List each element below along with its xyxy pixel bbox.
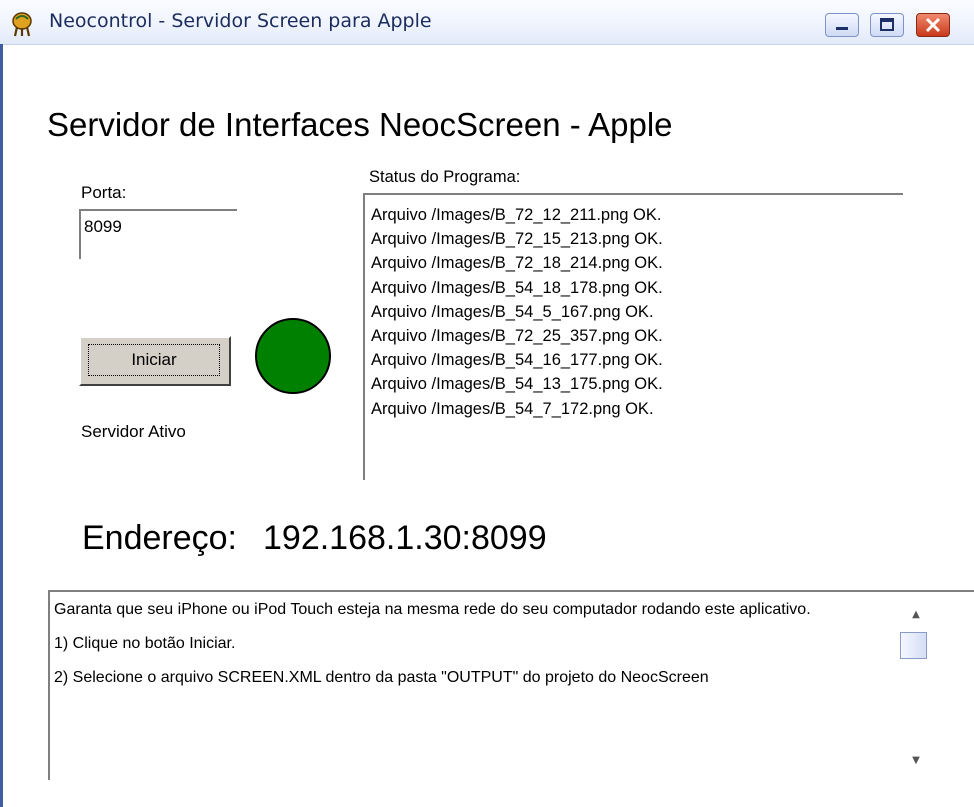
iniciar-button[interactable]: Iniciar xyxy=(79,336,231,386)
maximize-button[interactable] xyxy=(870,13,904,37)
status-line: Arquivo /Images/B_72_18_214.png OK. xyxy=(371,254,663,273)
scroll-up-arrow-icon[interactable]: ▲ xyxy=(908,608,924,622)
porta-input[interactable]: 8099 xyxy=(79,209,237,259)
status-line: Arquivo /Images/B_72_25_357.png OK. xyxy=(371,327,663,346)
scroll-down-arrow-icon[interactable]: ▼ xyxy=(908,754,924,768)
close-button[interactable] xyxy=(916,13,950,37)
porta-label: Porta: xyxy=(81,183,127,202)
status-line: Arquivo /Images/B_54_16_177.png OK. xyxy=(371,351,663,370)
status-line: Arquivo /Images/B_72_15_213.png OK. xyxy=(371,230,663,249)
instructions-textbox[interactable]: Garanta que seu iPhone ou iPod Touch est… xyxy=(48,590,974,780)
minimize-icon xyxy=(836,27,848,30)
instruction-paragraph: 1) Clique no botão Iniciar. xyxy=(54,635,236,652)
status-log[interactable]: Arquivo /Images/B_72_12_211.png OK. Arqu… xyxy=(363,193,903,480)
app-icon xyxy=(12,12,32,37)
status-line: Arquivo /Images/B_54_13_175.png OK. xyxy=(371,375,663,394)
page-title: Servidor de Interfaces NeocScreen - Appl… xyxy=(47,106,673,143)
status-line: Arquivo /Images/B_54_18_178.png OK. xyxy=(371,278,663,297)
address-value: 192.168.1.30:8099 xyxy=(263,519,547,557)
address-label: Endereço: xyxy=(82,519,237,557)
status-label: Status do Programa: xyxy=(369,168,521,186)
status-line: Arquivo /Images/B_54_7_172.png OK. xyxy=(371,399,654,418)
server-status-label: Servidor Ativo xyxy=(81,422,186,441)
server-status-indicator xyxy=(255,318,331,394)
address-display: Endereço: 192.168.1.30:8099 xyxy=(82,519,547,558)
status-line: Arquivo /Images/B_72_12_211.png OK. xyxy=(371,206,662,224)
window-border xyxy=(0,44,3,807)
instruction-paragraph: 2) Selecione o arquivo SCREEN.XML dentro… xyxy=(54,669,709,686)
scrollbar-thumb[interactable] xyxy=(900,632,927,659)
iniciar-button-label: Iniciar xyxy=(88,344,220,376)
minimize-button[interactable] xyxy=(825,13,859,37)
maximize-icon xyxy=(880,18,894,31)
instruction-paragraph: Garanta que seu iPhone ou iPod Touch est… xyxy=(54,601,811,618)
title-bar[interactable]: Neocontrol - Servidor Screen para Apple xyxy=(0,0,974,45)
close-icon xyxy=(925,17,941,33)
instructions-text: Garanta que seu iPhone ou iPod Touch est… xyxy=(54,599,874,701)
app-window: Neocontrol - Servidor Screen para Apple … xyxy=(0,0,974,807)
status-line: Arquivo /Images/B_54_5_167.png OK. xyxy=(371,302,654,321)
window-title: Neocontrol - Servidor Screen para Apple xyxy=(49,10,432,32)
